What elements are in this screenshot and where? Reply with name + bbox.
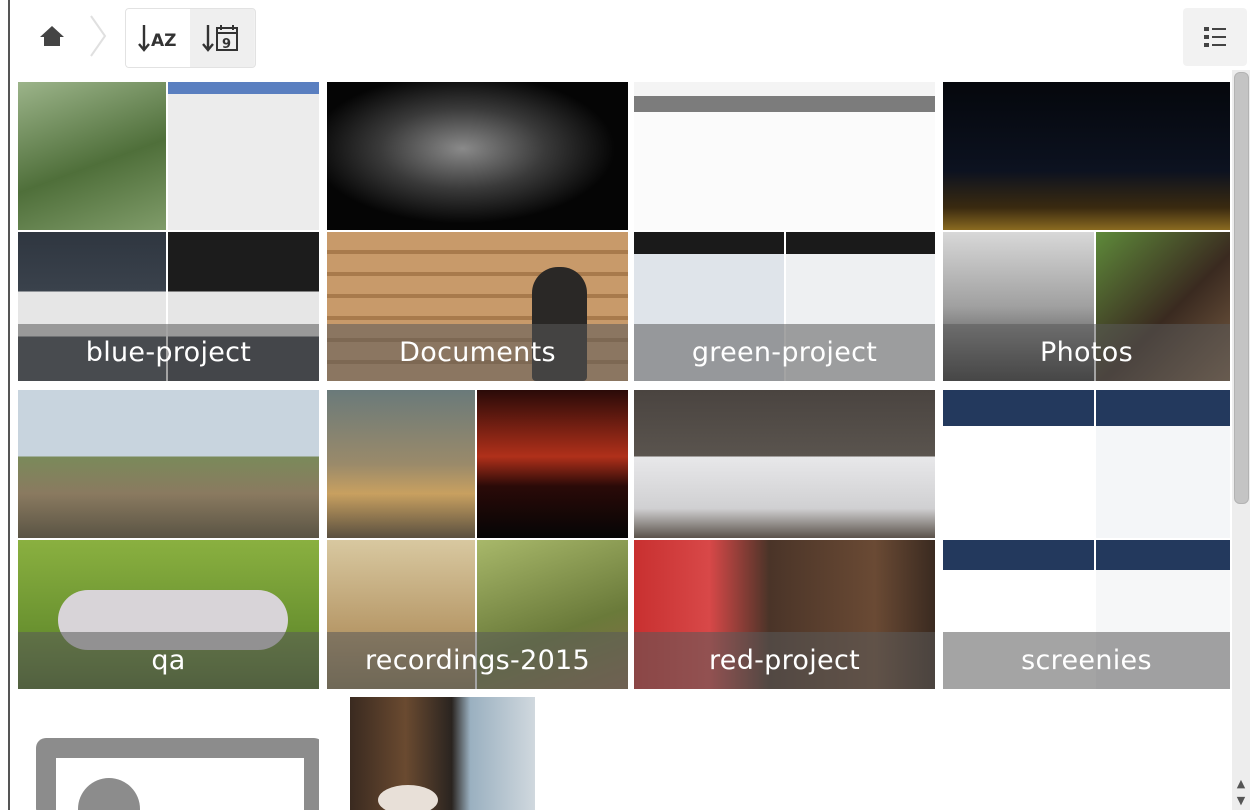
album-thumbnail [943, 390, 1094, 538]
album-thumbnail [477, 390, 628, 538]
scrollbar-thumb[interactable] [1234, 72, 1249, 504]
view-toggle-button[interactable] [1183, 8, 1247, 66]
album-photos[interactable]: Photos [943, 82, 1230, 381]
album-label: recordings-2015 [327, 632, 628, 689]
album-thumbnail [327, 82, 628, 230]
list-view-icon [1204, 27, 1226, 47]
sort-alpha-icon: AZ [138, 25, 176, 52]
album-label: Photos [943, 324, 1230, 381]
album-documents[interactable]: Documents [327, 82, 628, 381]
sort-by-date-button[interactable]: 9 [190, 9, 254, 67]
home-button[interactable] [34, 18, 70, 54]
image-placeholder-icon [36, 738, 319, 810]
album-green-project[interactable]: green-project [634, 82, 935, 381]
album-placeholder[interactable] [18, 698, 319, 810]
album-thumbnail [18, 82, 166, 230]
album-recordings-2015[interactable]: recordings-2015 [327, 390, 628, 689]
album-thumbnail [634, 390, 935, 538]
album-label: green-project [634, 324, 935, 381]
album-label: red-project [634, 632, 935, 689]
album-label: qa [18, 632, 319, 689]
sort-date-icon: 9 [202, 25, 238, 52]
album-label: screenies [943, 632, 1230, 689]
home-icon [40, 26, 64, 46]
sort-by-name-button[interactable]: AZ [126, 9, 191, 67]
album-thumbnail [634, 82, 935, 230]
album-label: Documents [327, 324, 628, 381]
album-thumbnail [327, 390, 475, 538]
album-photo-desk[interactable] [350, 697, 535, 810]
sort-alpha-label: AZ [151, 31, 176, 51]
album-thumbnail [18, 390, 319, 538]
album-thumbnail [943, 82, 1230, 230]
sort-controls: AZ 9 [125, 8, 256, 68]
left-border [8, 0, 10, 810]
album-qa[interactable]: qa [18, 390, 319, 689]
album-thumbnail [1096, 390, 1230, 538]
album-blue-project[interactable]: blue-project [18, 82, 319, 381]
toolbar: AZ 9 [0, 0, 1253, 75]
scroll-down-button[interactable]: ▼ [1232, 792, 1250, 808]
scroll-up-button[interactable]: ▲ [1232, 775, 1250, 791]
breadcrumb-chevron-icon [90, 15, 107, 57]
album-thumbnail [168, 82, 319, 230]
album-label: blue-project [18, 324, 319, 381]
sort-date-label: 9 [222, 37, 231, 52]
album-red-project[interactable]: red-project [634, 390, 935, 689]
album-thumbnail [350, 697, 535, 810]
album-screenies[interactable]: screenies [943, 390, 1230, 689]
album-thumbnail [378, 785, 438, 810]
